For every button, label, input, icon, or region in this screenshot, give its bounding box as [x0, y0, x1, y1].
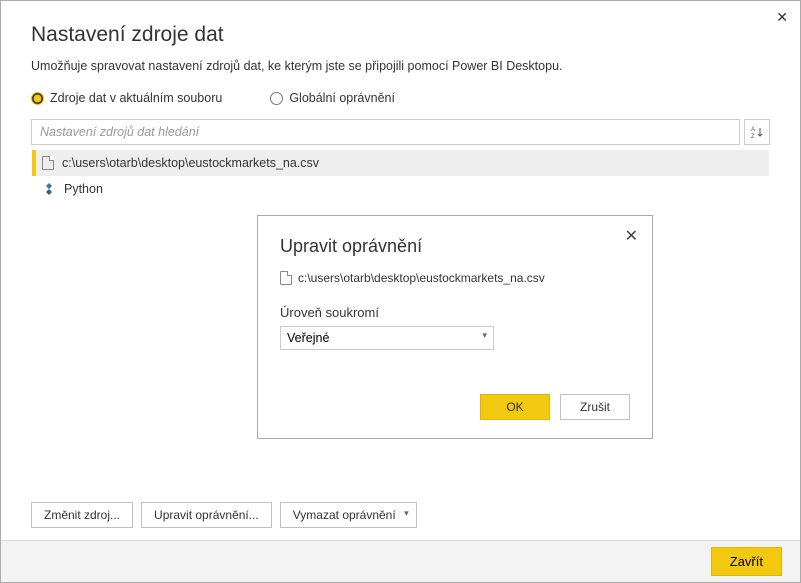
python-icon [42, 182, 56, 196]
search-row: A Z [31, 119, 770, 145]
radio-global[interactable]: Globální oprávnění [270, 91, 395, 105]
file-icon [42, 156, 54, 170]
data-source-label: Python [64, 182, 103, 196]
radio-global-input[interactable] [270, 92, 283, 105]
data-source-item[interactable]: Python [32, 176, 769, 202]
search-input[interactable] [31, 119, 740, 145]
main-content: Nastavení zdroje dat Umožňuje spravovat … [1, 1, 800, 203]
file-icon [280, 271, 292, 285]
privacy-level-select[interactable]: Veřejné [280, 326, 494, 350]
dialog-path: c:\users\otarb\desktop\eustockmarkets_na… [298, 271, 545, 285]
data-source-list: c:\users\otarb\desktop\eustockmarkets_na… [31, 149, 770, 203]
privacy-level-value: Veřejné [287, 331, 329, 345]
scope-radio-group: Zdroje dat v aktuálním souboru Globální … [31, 91, 770, 105]
dialog-title: Upravit oprávnění [280, 236, 630, 257]
change-source-button[interactable]: Změnit zdroj... [31, 502, 133, 528]
close-button[interactable]: Zavřít [711, 547, 782, 576]
page-subtitle: Umožňuje spravovat nastavení zdrojů dat,… [31, 59, 770, 73]
sort-button[interactable]: A Z [744, 119, 770, 145]
sort-az-icon: A Z [750, 125, 764, 139]
dialog-buttons: OK Zrušit [480, 394, 630, 420]
privacy-level-label: Úroveň soukromí [280, 305, 630, 320]
svg-text:Z: Z [751, 134, 755, 139]
radio-current-file-input[interactable] [31, 92, 44, 105]
page-title: Nastavení zdroje dat [31, 23, 770, 47]
edit-permissions-button[interactable]: Upravit oprávnění... [141, 502, 272, 528]
data-source-label: c:\users\otarb\desktop\eustockmarkets_na… [62, 156, 319, 170]
ok-button[interactable]: OK [480, 394, 550, 420]
data-source-item[interactable]: c:\users\otarb\desktop\eustockmarkets_na… [32, 150, 769, 176]
window-close-icon[interactable]: ✕ [776, 9, 788, 26]
edit-permissions-dialog: ✕ Upravit oprávnění c:\users\otarb\deskt… [257, 215, 653, 439]
footer: Zavřít [1, 540, 800, 582]
dialog-close-icon[interactable]: ✕ [625, 226, 638, 246]
radio-current-file-label: Zdroje dat v aktuálním souboru [50, 91, 222, 105]
radio-current-file[interactable]: Zdroje dat v aktuálním souboru [31, 91, 222, 105]
svg-text:A: A [751, 127, 755, 133]
clear-permissions-button[interactable]: Vymazat oprávnění [280, 502, 417, 528]
cancel-button[interactable]: Zrušit [560, 394, 630, 420]
action-buttons: Změnit zdroj... Upravit oprávnění... Vym… [31, 502, 417, 528]
dialog-path-row: c:\users\otarb\desktop\eustockmarkets_na… [280, 271, 630, 285]
radio-global-label: Globální oprávnění [289, 91, 395, 105]
